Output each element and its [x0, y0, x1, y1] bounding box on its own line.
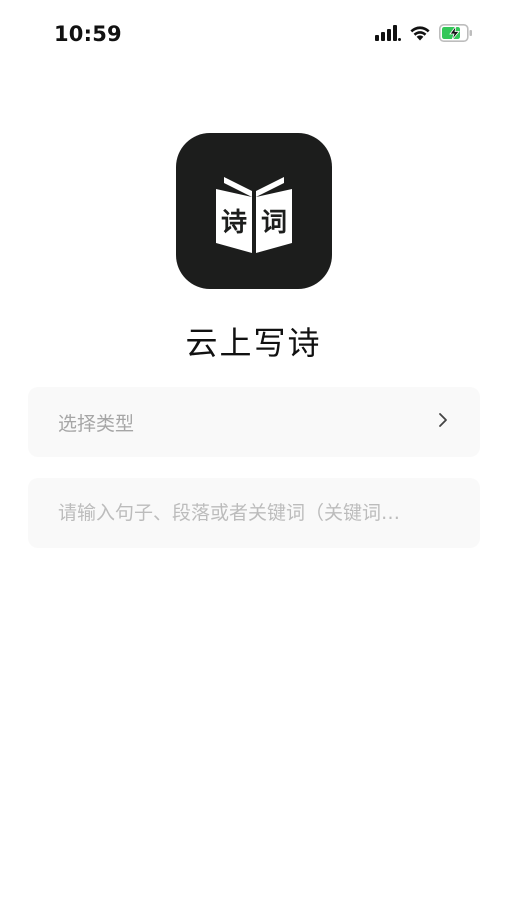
signal-icon — [375, 25, 401, 45]
status-bar: 10:59 — [0, 0, 507, 70]
logo-char-right: 词 — [261, 208, 287, 238]
keyword-input-box[interactable] — [28, 478, 480, 548]
app-title: 云上写诗 — [185, 324, 322, 362]
wifi-icon — [409, 25, 431, 45]
chevron-right-icon — [436, 411, 450, 433]
keyword-input[interactable] — [58, 502, 450, 524]
type-select-label: 选择类型 — [58, 412, 135, 435]
logo-char-left: 诗 — [221, 208, 247, 238]
battery-charging-icon — [439, 24, 473, 46]
status-icons — [375, 24, 473, 46]
app-logo: 诗 词 — [176, 133, 332, 289]
type-select[interactable]: 选择类型 — [28, 387, 480, 457]
home-indicator — [174, 883, 334, 888]
status-time: 10:59 — [54, 22, 122, 46]
open-book-icon: 诗 词 — [216, 177, 292, 253]
